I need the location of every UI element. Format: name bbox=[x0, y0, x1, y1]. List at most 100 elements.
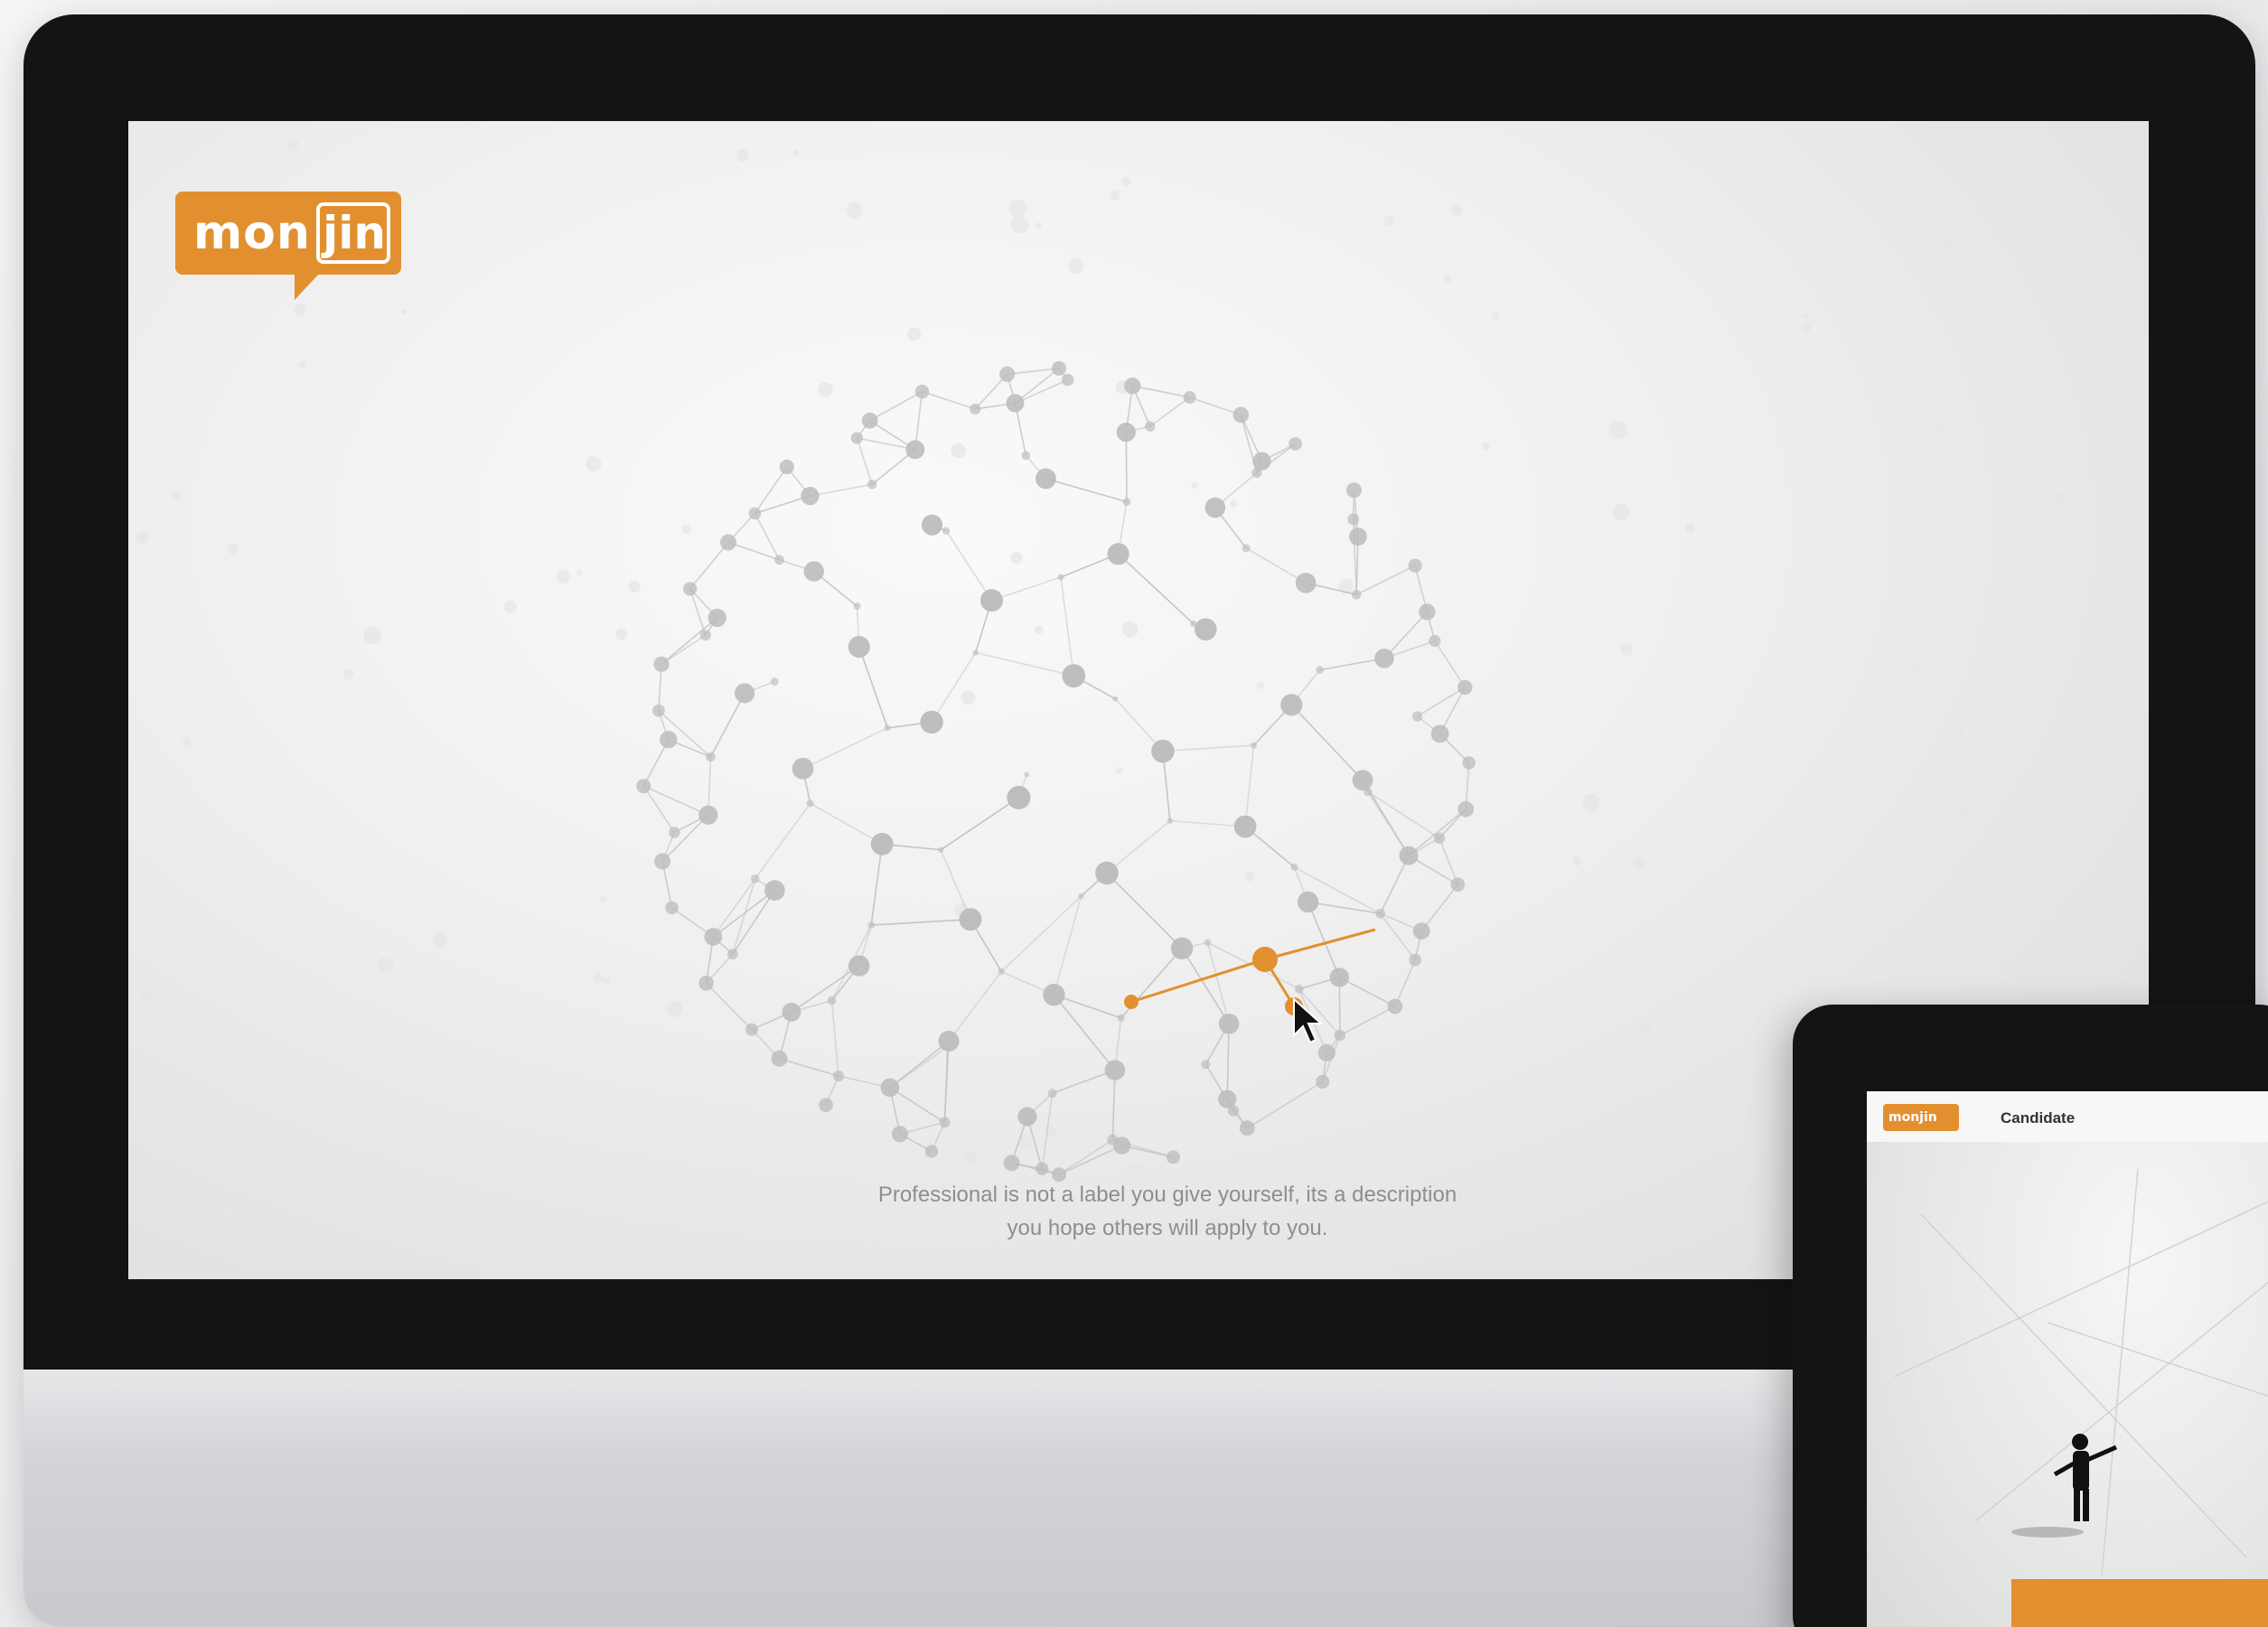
globe-node bbox=[1007, 785, 1031, 809]
globe-node bbox=[905, 440, 925, 460]
globe-node bbox=[1116, 422, 1136, 442]
globe-node bbox=[1117, 1014, 1125, 1022]
globe-node bbox=[720, 534, 736, 551]
tablet-header: monjin Candidate bbox=[1867, 1091, 2268, 1142]
globe-node bbox=[779, 459, 794, 474]
monjin-logo[interactable]: mon jin bbox=[175, 192, 401, 304]
globe-node bbox=[1412, 922, 1430, 940]
tablet-monjin-logo[interactable]: monjin bbox=[1883, 1104, 1959, 1131]
globe-node bbox=[1289, 436, 1302, 451]
globe-node bbox=[850, 432, 864, 444]
globe-node bbox=[1409, 953, 1422, 967]
globe-node bbox=[1462, 756, 1476, 770]
globe-node bbox=[704, 928, 723, 946]
globe-node bbox=[1349, 528, 1367, 546]
tablet-screen: monjin Candidate bbox=[1867, 1091, 2268, 1627]
globe-node bbox=[770, 678, 779, 686]
highlighted-node bbox=[1124, 995, 1139, 1009]
globe-node bbox=[1251, 467, 1262, 478]
globe-node bbox=[848, 635, 870, 659]
globe-node bbox=[698, 805, 718, 825]
globe-node bbox=[1433, 832, 1446, 844]
globe-nodes bbox=[636, 360, 1476, 1183]
globe-node bbox=[748, 507, 762, 520]
globe-node bbox=[1411, 711, 1423, 722]
globe-node bbox=[1062, 664, 1086, 687]
globe-node bbox=[1047, 1089, 1057, 1099]
globe-node bbox=[1250, 742, 1258, 749]
globe-node bbox=[1052, 360, 1066, 376]
tablet-logo-text: monjin bbox=[1888, 1110, 1937, 1125]
tablet-illustration bbox=[1893, 1168, 2268, 1576]
globe-node bbox=[653, 656, 670, 672]
globe-node bbox=[803, 561, 824, 582]
tablet-device: monjin Candidate bbox=[1793, 1005, 2268, 1627]
quote-line-2: you hope others will apply to you. bbox=[1007, 1216, 1328, 1240]
globe-node bbox=[942, 1043, 951, 1052]
globe-node bbox=[1297, 891, 1319, 913]
globe-node bbox=[636, 779, 651, 794]
tab-candidate[interactable]: Candidate bbox=[2001, 1108, 2075, 1129]
globe-node bbox=[1167, 818, 1174, 824]
globe-node bbox=[999, 366, 1016, 382]
globe-node bbox=[972, 650, 979, 656]
globe-node bbox=[727, 949, 738, 960]
globe-node bbox=[1024, 771, 1030, 778]
globe-node bbox=[1151, 739, 1175, 763]
globe-node bbox=[867, 479, 877, 490]
globe-links bbox=[642, 368, 1470, 1175]
globe-node bbox=[764, 880, 785, 901]
globe-node bbox=[1107, 543, 1129, 566]
globe-node bbox=[1036, 468, 1056, 490]
globe-node bbox=[1429, 634, 1441, 648]
globe-node bbox=[1419, 603, 1436, 621]
globe-node bbox=[819, 1098, 833, 1112]
globe-node bbox=[959, 908, 982, 931]
globe-node bbox=[683, 582, 698, 596]
globe-node bbox=[1430, 725, 1449, 743]
globe-node bbox=[1003, 1155, 1020, 1172]
globe-node bbox=[1317, 1043, 1335, 1061]
globe-node bbox=[1145, 421, 1156, 432]
globe-node bbox=[806, 799, 814, 808]
globe-node bbox=[1252, 452, 1271, 471]
globe-node bbox=[1218, 1014, 1240, 1034]
globe-node bbox=[774, 555, 784, 566]
globe-node bbox=[1351, 589, 1362, 600]
globe-node bbox=[698, 976, 714, 991]
globe-node bbox=[1316, 666, 1324, 674]
globe-node bbox=[867, 921, 876, 930]
globe-node bbox=[970, 403, 981, 415]
globe-node bbox=[771, 1050, 788, 1067]
globe-node bbox=[880, 1078, 900, 1098]
globe-node bbox=[1295, 573, 1317, 594]
arrow-cursor-icon bbox=[1293, 996, 1324, 1044]
globe-node bbox=[1280, 694, 1303, 716]
globe-node bbox=[1347, 513, 1360, 526]
figure-shadow bbox=[2011, 1527, 2084, 1538]
globe-node bbox=[1346, 482, 1362, 499]
globe-node bbox=[652, 704, 665, 717]
globe-node bbox=[1078, 893, 1084, 900]
globe-node bbox=[735, 683, 755, 704]
globe-node bbox=[1095, 861, 1119, 885]
globe-node bbox=[1239, 1120, 1255, 1136]
globe-node bbox=[861, 412, 878, 429]
globe-node bbox=[1457, 800, 1475, 818]
globe-node bbox=[914, 384, 930, 399]
globe-node bbox=[1204, 497, 1226, 519]
globe-node bbox=[848, 955, 870, 977]
globe-node bbox=[920, 710, 943, 734]
quote-line-1: Professional is not a label you give you… bbox=[877, 1183, 1457, 1207]
globe-node bbox=[654, 853, 671, 870]
globe-node bbox=[1408, 558, 1422, 573]
globe-node bbox=[1112, 696, 1119, 702]
globe-node bbox=[1006, 394, 1025, 413]
globe-node bbox=[1457, 679, 1473, 696]
globe-node bbox=[706, 752, 716, 762]
logo-speech-tail bbox=[295, 273, 320, 300]
globe-node bbox=[1374, 649, 1394, 669]
globe-node bbox=[1399, 846, 1419, 865]
globe-node bbox=[1057, 574, 1064, 581]
globe-node bbox=[924, 1145, 939, 1158]
